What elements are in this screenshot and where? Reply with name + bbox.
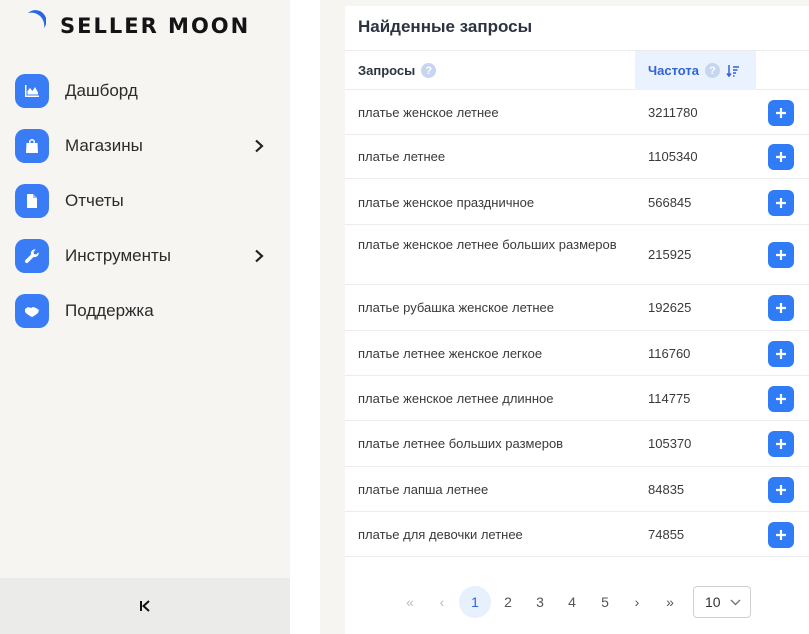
table-row: платье женское летнее больших размеров 21… (345, 225, 809, 285)
plus-icon (776, 303, 786, 313)
add-query-button[interactable] (768, 143, 794, 170)
query-text: платье женское летнее больших размеров (358, 237, 617, 252)
page-size-value: 10 (705, 594, 721, 610)
add-query-button[interactable] (768, 385, 794, 412)
plus-icon (776, 348, 786, 359)
frequency-value: 105370 (648, 436, 692, 451)
frequency-value: 1105340 (648, 148, 698, 164)
chevron-down-icon (730, 599, 741, 606)
table-header: Запросы ? Частота ? (345, 50, 809, 90)
query-text: платье летнее женское легкое (358, 346, 543, 361)
frequency-value: 116760 (648, 345, 691, 361)
query-text: платье для девочки летнее (358, 527, 523, 542)
column-header-label: Запросы (358, 63, 416, 78)
plus-icon (776, 250, 786, 260)
wrench-icon (15, 238, 49, 273)
column-header-label: Частота (648, 63, 700, 78)
collapse-sidebar-button[interactable] (0, 578, 290, 634)
plus-icon (776, 484, 786, 495)
add-query-button[interactable] (768, 99, 794, 126)
page-button[interactable]: 2 (492, 586, 524, 618)
handshake-icon (15, 293, 49, 328)
plus-icon (776, 107, 786, 118)
add-query-button[interactable] (768, 431, 794, 457)
page-button[interactable]: 3 (524, 586, 556, 618)
table-row: платье женское летнее 3211780 (345, 90, 809, 135)
sidebar-item-label: Магазины (65, 135, 143, 155)
prev-page-button[interactable]: ‹ (426, 586, 458, 618)
sidebar-item-dashboard[interactable]: Дашборд (0, 63, 290, 118)
chevron-right-icon (255, 139, 264, 152)
card-title: Найденные запросы (358, 17, 533, 36)
frequency-value: 215925 (648, 247, 692, 262)
sidebar-item-support[interactable]: Поддержка (0, 283, 290, 338)
query-text: платье лапша летнее (358, 482, 489, 497)
table-row: платье рубашка женское летнее 192625 (345, 285, 809, 331)
query-text: платье летнее больших размеров (358, 436, 564, 451)
column-header-frequency[interactable]: Частота ? (635, 51, 756, 90)
frequency-value: 114775 (648, 390, 691, 406)
sidebar-nav: Дашборд Магазины Отчеты Инструменты Подд… (0, 63, 290, 338)
sidebar-item-tools[interactable]: Инструменты (0, 228, 290, 283)
brand-name: SELLER MOON (60, 14, 251, 38)
help-icon[interactable]: ? (421, 63, 437, 78)
query-text: платье женское летнее (358, 105, 499, 120)
query-text: платье женское праздничное (358, 195, 535, 210)
add-query-button[interactable] (768, 340, 794, 367)
plus-icon (776, 393, 786, 404)
add-query-button[interactable] (768, 242, 794, 268)
plus-icon (776, 439, 786, 449)
table-row: платье летнее женское легкое 116760 (345, 331, 809, 376)
next-page-button[interactable]: › (621, 586, 653, 618)
page-button[interactable]: 4 (556, 586, 588, 618)
frequency-value: 3211780 (648, 104, 698, 120)
frequency-value: 566845 (648, 194, 692, 210)
chart-area-icon (15, 73, 49, 108)
add-query-button[interactable] (768, 189, 794, 216)
sidebar-item-label: Поддержка (65, 300, 154, 320)
add-query-button[interactable] (768, 295, 794, 321)
table-row: платье летнее больших размеров 105370 (345, 421, 809, 467)
shopping-bag-icon (15, 128, 49, 163)
query-text: платье рубашка женское летнее (358, 300, 554, 315)
table-row: платье для девочки летнее 74855 (345, 512, 809, 557)
pagination: « ‹ 1 2 3 4 5 › » 10 (345, 584, 809, 620)
file-icon (15, 183, 49, 218)
moon-logo-icon (19, 10, 46, 37)
page-button[interactable]: 5 (589, 586, 621, 618)
first-page-button[interactable]: « (394, 586, 426, 618)
add-query-button[interactable] (768, 521, 794, 548)
query-text: платье женское летнее длинное (358, 391, 554, 406)
chevron-right-icon (255, 249, 264, 262)
plus-icon (776, 151, 786, 162)
page-size-select[interactable]: 10 (693, 586, 751, 618)
table-row: платье летнее 1105340 (345, 134, 809, 179)
sort-descending-icon[interactable] (726, 64, 740, 78)
sidebar-item-stores[interactable]: Магазины (0, 118, 290, 173)
brand-logo[interactable]: SELLER MOON (14, 9, 250, 43)
table-row: платье женское летнее длинное 114775 (345, 376, 809, 421)
collapse-icon (140, 600, 150, 612)
frequency-value: 192625 (648, 300, 692, 315)
sidebar-item-label: Отчеты (65, 190, 124, 210)
sidebar-item-label: Дашборд (65, 80, 138, 100)
frequency-value: 74855 (648, 526, 685, 542)
plus-icon (776, 197, 786, 208)
column-header-query[interactable]: Запросы ? (358, 63, 437, 78)
query-text: платье летнее (358, 149, 446, 164)
help-icon[interactable]: ? (705, 63, 721, 78)
sidebar: SELLER MOON Дашборд Магазины Отчеты Инст… (0, 0, 290, 634)
plus-icon (776, 529, 786, 540)
add-query-button[interactable] (768, 476, 794, 503)
frequency-value: 84835 (648, 481, 685, 497)
table-row: платье лапша летнее 84835 (345, 467, 809, 512)
last-page-button[interactable]: » (654, 586, 686, 618)
sidebar-item-reports[interactable]: Отчеты (0, 173, 290, 228)
sidebar-item-label: Инструменты (65, 245, 172, 265)
table-row: платье женское праздничное 566845 (345, 180, 809, 225)
page-button[interactable]: 1 (459, 586, 491, 618)
found-queries-card: Найденные запросы Запросы ? Частота ? пл… (345, 6, 809, 634)
